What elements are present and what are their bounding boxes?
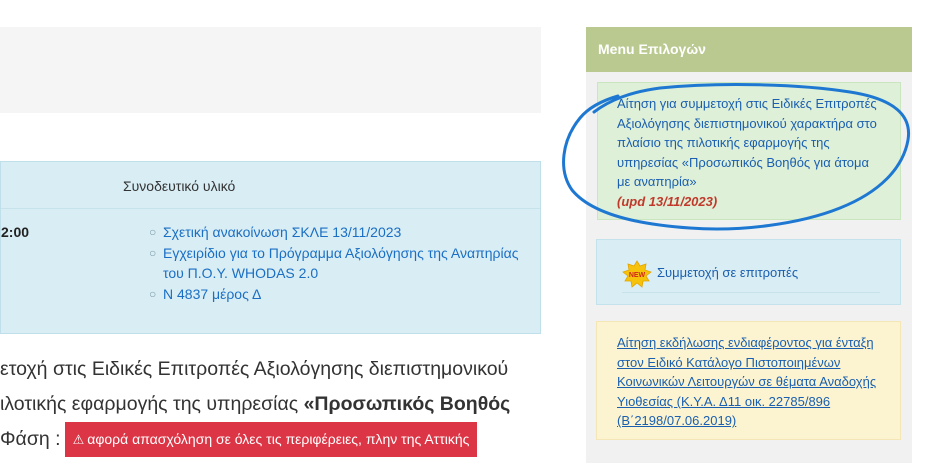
update-date-label: (upd 13/11/2023) (617, 193, 718, 209)
material-link-manual[interactable]: ○ Εγχειρίδιο για το Πρόγραμμα Αξιολόγησης… (149, 243, 529, 284)
sidebar-title: Menu Επιλογών (598, 41, 706, 57)
social-workers-link[interactable]: Αίτηση εκδήλωσης ενδιαφέροντος για ένταξ… (617, 333, 887, 431)
region-alert-badge: ⚠ αφορά απασχόληση σε όλες τις περιφέρειε… (64, 422, 478, 458)
info-table: Συνοδευτικό υλικό 2:00 ○ Σχετική ανακοίνω… (0, 161, 541, 334)
committee-application-link[interactable]: Αίτηση για συμμετοχή στις Ειδικές Επιτρο… (617, 94, 877, 212)
body-line-1: ετοχή στις Ειδικές Επιτροπές Αξιολόγησης… (0, 358, 509, 380)
top-gray-panel (0, 27, 541, 113)
material-link-announcement[interactable]: ○ Σχετική ανακοίνωση ΣΚΛΕ 13/11/2023 (149, 222, 529, 243)
body-line-3: Φάση : ⚠ αφορά απασχόληση σε όλες τις περι… (0, 422, 540, 458)
new-badge-icon: NEW (622, 260, 652, 288)
card-committee-application: Αίτηση για συμμετοχή στις Ειδικές Επιτρο… (597, 82, 901, 220)
circle-bullet-icon: ○ (149, 225, 157, 239)
warning-icon: ⚠ (72, 432, 85, 448)
sidebar: Menu Επιλογών Αίτηση για συμμετοχή στις … (586, 27, 912, 463)
card-committee-participation: NEW Συμμετοχή σε επιτροπές (596, 239, 901, 305)
main-body-text: ετοχή στις Ειδικές Επιτροπές Αξιολόγησης… (0, 352, 540, 458)
circle-bullet-icon: ○ (149, 245, 157, 260)
table-time-cell: 2:00 (1, 224, 30, 240)
table-header-divider (1, 208, 540, 209)
table-header-material: Συνοδευτικό υλικό (123, 178, 236, 194)
card-social-workers: Αίτηση εκδήλωσης ενδιαφέροντος για ένταξ… (596, 321, 901, 440)
material-link-law[interactable]: ○ Ν 4837 μέρος Δ (149, 284, 529, 305)
committee-participation-link[interactable]: Συμμετοχή σε επιτροπές (657, 263, 798, 283)
card-divider (622, 292, 880, 293)
body-bold-service: «Προσωπικός Βοηθός (303, 393, 511, 415)
circle-bullet-icon: ○ (149, 286, 157, 301)
body-line-2: ιλοτικής εφαρμογής της υπηρεσίας «Προσωπ… (0, 393, 511, 415)
sidebar-header: Menu Επιλογών (586, 27, 912, 72)
material-links-list: ○ Σχετική ανακοίνωση ΣΚΛΕ 13/11/2023 ○ Εγχ… (149, 222, 529, 304)
svg-text:NEW: NEW (629, 272, 646, 279)
